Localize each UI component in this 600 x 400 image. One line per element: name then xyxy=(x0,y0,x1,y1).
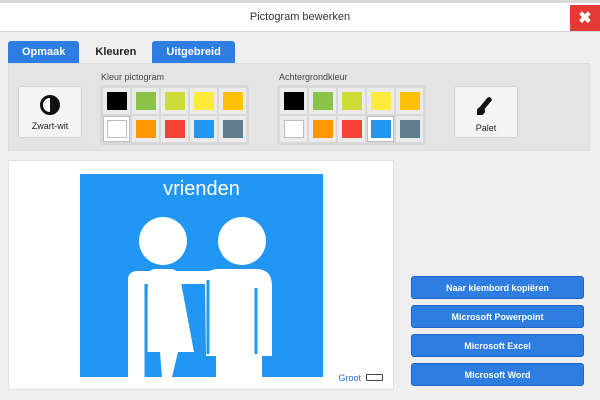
pictogram-color-swatch-color xyxy=(222,92,243,110)
background-color-swatch[interactable] xyxy=(338,88,365,114)
pictogram-color-swatch-color xyxy=(193,92,214,110)
export-actions: Naar klembord kopiëren Microsoft Powerpo… xyxy=(411,276,584,386)
pictogram-color-swatch-color xyxy=(164,92,185,110)
background-color-swatches xyxy=(277,85,426,145)
tab-bar: Opmaak Kleuren Uitgebreid xyxy=(8,41,235,63)
close-button[interactable]: ✖ xyxy=(570,5,600,31)
background-color-swatch-color xyxy=(341,120,362,138)
brush-icon xyxy=(474,95,498,117)
tab-uitgebreid[interactable]: Uitgebreid xyxy=(152,41,235,63)
background-color-swatch-color xyxy=(312,120,333,138)
background-color-swatch[interactable] xyxy=(280,116,307,142)
background-color-swatch-color xyxy=(370,120,391,138)
background-color-swatch-color xyxy=(312,92,333,110)
pictogram-color-swatch-color xyxy=(106,92,127,110)
powerpoint-button[interactable]: Microsoft Powerpoint xyxy=(411,305,584,328)
background-color-swatch[interactable] xyxy=(396,88,423,114)
pictogram-color-swatch-color xyxy=(106,120,127,138)
pictogram-color-swatch-color xyxy=(164,120,185,138)
close-icon: ✖ xyxy=(578,10,592,27)
background-color-swatch[interactable] xyxy=(367,88,394,114)
black-white-button[interactable]: Zwart-wit xyxy=(18,86,82,138)
background-color-label: Achtergrondkleur xyxy=(279,72,348,82)
palette-label: Palet xyxy=(475,123,497,133)
pictogram-color-swatch[interactable] xyxy=(219,88,246,114)
contrast-icon xyxy=(40,95,60,115)
pictogram-color-swatch-color xyxy=(222,120,243,138)
background-color-swatch[interactable] xyxy=(309,116,336,142)
background-color-swatch-color xyxy=(341,92,362,110)
pictogram-color-swatch-color xyxy=(135,92,156,110)
pictogram-color-swatch[interactable] xyxy=(103,116,130,142)
pictogram-color-swatch[interactable] xyxy=(190,88,217,114)
pictogram-color-swatch-color xyxy=(135,120,156,138)
size-large-link[interactable]: Groot xyxy=(338,373,361,383)
background-color-swatch[interactable] xyxy=(309,88,336,114)
pictogram-preview-area: vrienden Groot xyxy=(8,160,394,390)
background-color-swatch-color xyxy=(283,92,304,110)
background-color-swatch[interactable] xyxy=(338,116,365,142)
background-color-swatch-color xyxy=(399,120,420,138)
keyboard-icon[interactable] xyxy=(366,374,383,381)
title-bar: Pictogram bewerken ✖ xyxy=(0,3,600,32)
pictogram-color-label: Kleur pictogram xyxy=(101,72,165,82)
friends-figures xyxy=(128,217,272,377)
window-title: Pictogram bewerken xyxy=(249,11,351,23)
excel-button[interactable]: Microsoft Excel xyxy=(411,334,584,357)
pictogram-color-swatch[interactable] xyxy=(132,88,159,114)
background-color-swatch-color xyxy=(370,92,391,110)
pictogram-image: vrienden xyxy=(80,174,323,377)
background-color-swatch[interactable] xyxy=(280,88,307,114)
pictogram-color-swatch[interactable] xyxy=(219,116,246,142)
pictogram-color-swatches xyxy=(100,85,249,145)
pictogram-color-swatch[interactable] xyxy=(161,88,188,114)
colors-panel: Zwart-wit Kleur pictogram Achtergrondkle… xyxy=(8,63,590,151)
copy-to-clipboard-button[interactable]: Naar klembord kopiëren xyxy=(411,276,584,299)
palette-button[interactable]: Palet xyxy=(454,86,518,138)
pictogram-color-swatch[interactable] xyxy=(103,88,130,114)
word-button[interactable]: Microsoft Word xyxy=(411,363,584,386)
pictogram-color-swatch[interactable] xyxy=(161,116,188,142)
black-white-label: Zwart-wit xyxy=(31,121,69,131)
tab-opmaak[interactable]: Opmaak xyxy=(8,41,80,63)
background-color-swatch[interactable] xyxy=(367,116,394,142)
background-color-swatch[interactable] xyxy=(396,116,423,142)
pictogram-color-swatch[interactable] xyxy=(190,116,217,142)
background-color-swatch-color xyxy=(283,120,304,138)
tab-kleuren[interactable]: Kleuren xyxy=(81,41,151,63)
pictogram-color-swatch-color xyxy=(193,120,214,138)
background-color-swatch-color xyxy=(399,92,420,110)
pictogram-color-swatch[interactable] xyxy=(132,116,159,142)
